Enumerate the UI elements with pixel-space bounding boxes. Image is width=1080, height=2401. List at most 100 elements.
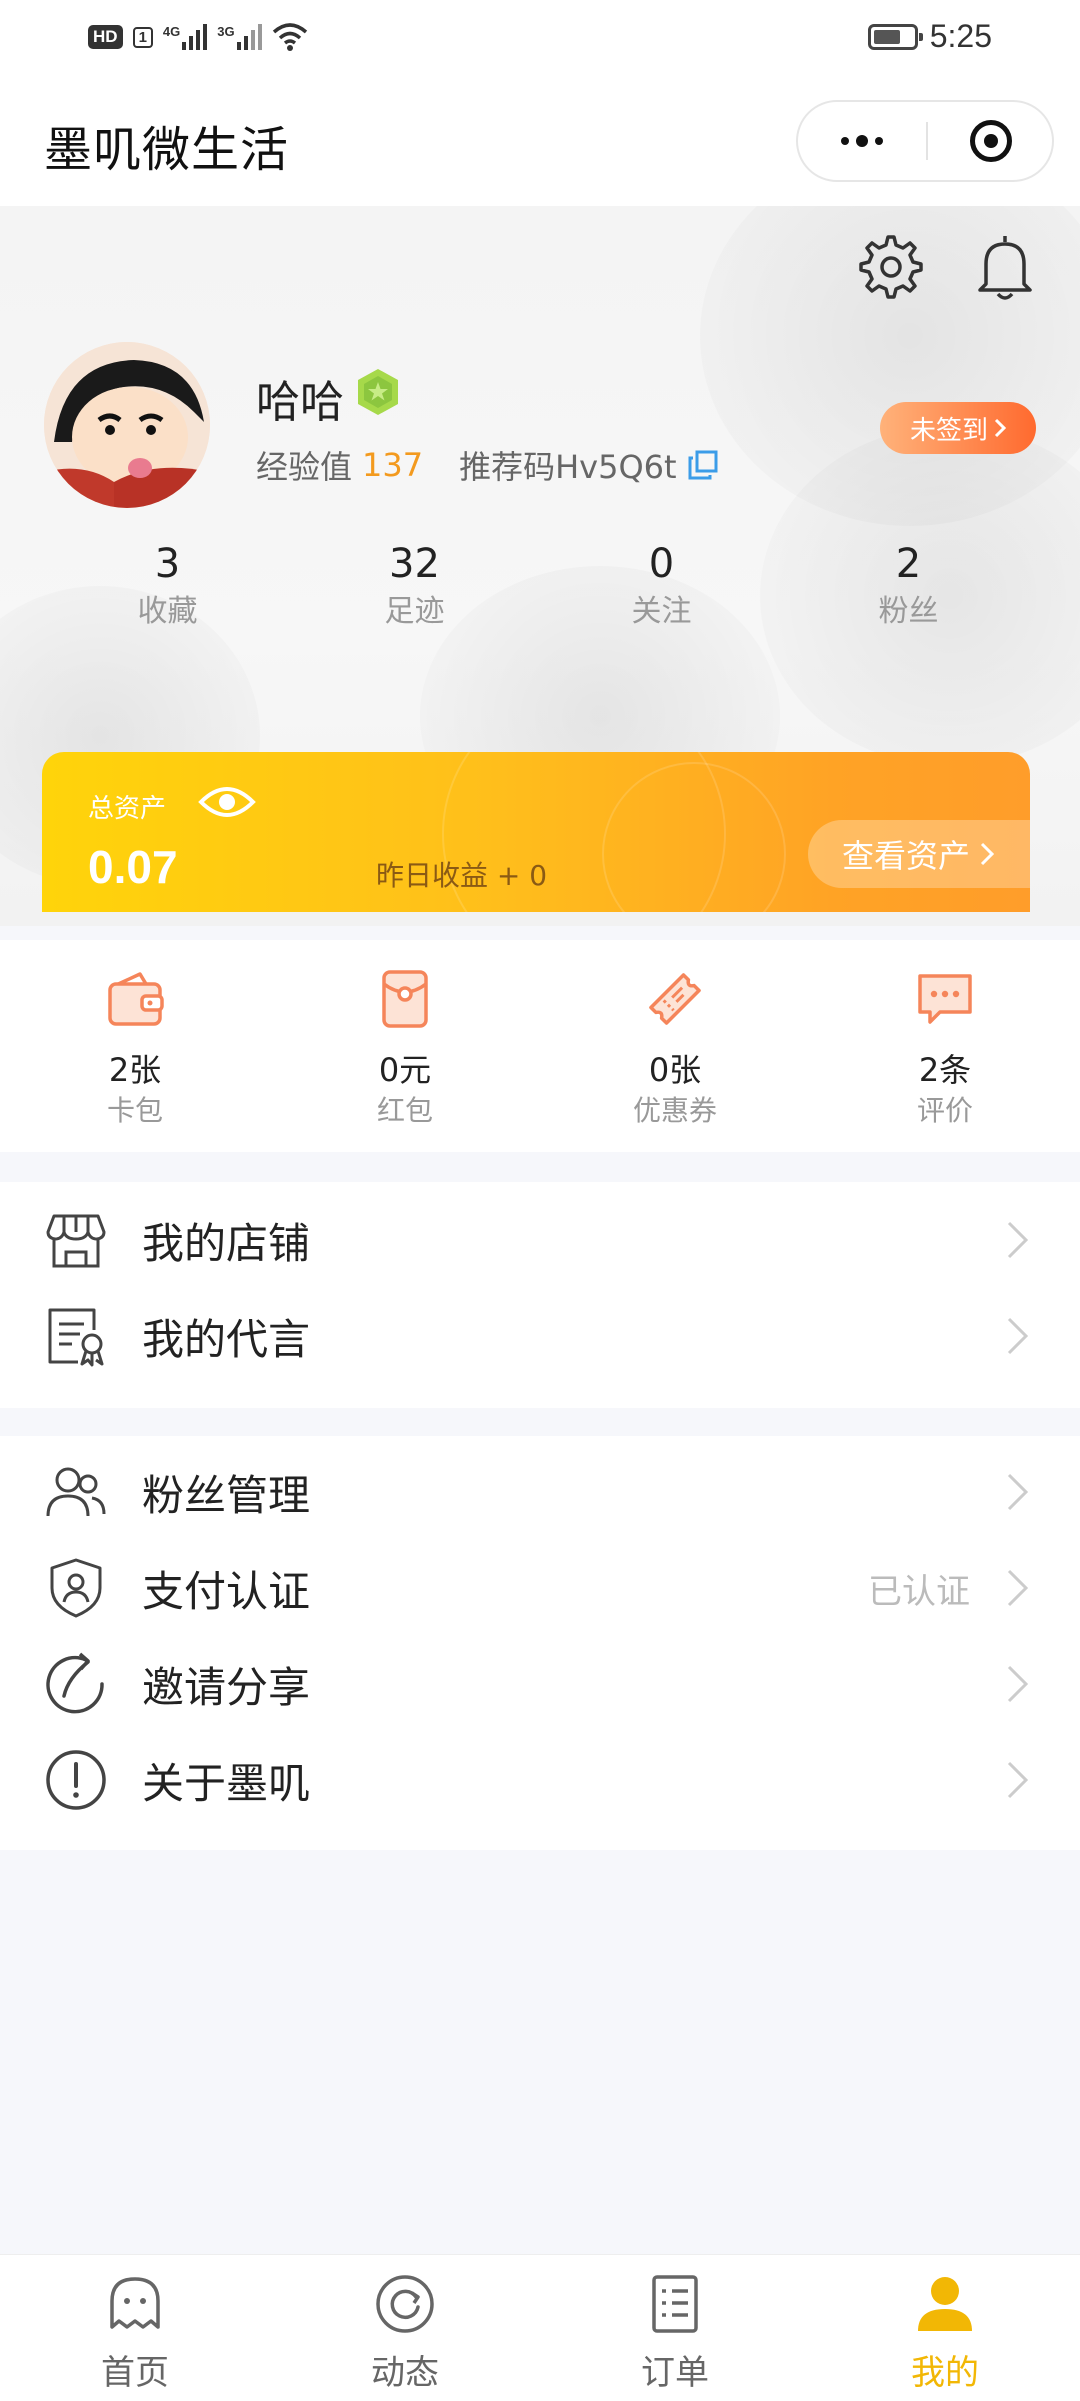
chevron-right-icon <box>1007 1473 1029 1511</box>
menu-label: 支付认证 <box>142 1566 311 1616</box>
user-icon <box>918 2277 972 2331</box>
wallet-item-coupons[interactable]: 0张 优惠券 <box>540 940 810 1152</box>
stat-following[interactable]: 0 关注 <box>538 536 785 632</box>
stat-label: 收藏 <box>137 594 198 629</box>
profile-header: 哈哈 经验值 137 推荐码Hv5Q6t 未签到 3 收藏 32 足迹 0 关注 <box>0 206 1080 926</box>
stat-label: 粉丝 <box>878 594 939 629</box>
wallet-item-reviews[interactable]: 2条 评价 <box>810 940 1080 1152</box>
users-icon <box>46 1467 106 1517</box>
battery-icon <box>867 23 923 50</box>
stat-fans[interactable]: 2 粉丝 <box>785 536 1032 632</box>
view-assets-button[interactable]: 查看资产 <box>808 820 1030 888</box>
clock: 5:25 <box>929 18 992 54</box>
yesterday-earnings: 昨日收益 + 0 <box>376 859 548 892</box>
menu-item-my-endorsement[interactable]: 我的代言 <box>0 1288 1080 1384</box>
signal-4g: 4G <box>162 24 208 50</box>
tab-feed[interactable]: 动态 <box>270 2255 540 2401</box>
tab-home[interactable]: 首页 <box>0 2255 270 2401</box>
stat-value: 32 <box>389 541 440 587</box>
avatar-image <box>44 342 210 508</box>
tab-mine[interactable]: 我的 <box>810 2255 1080 2401</box>
signal-3g: 3G <box>217 24 262 50</box>
signal-bars-icon <box>182 24 208 50</box>
exp-value: 137 <box>362 446 424 484</box>
settings-gear-icon[interactable] <box>856 232 926 302</box>
tab-label: 我的 <box>911 2353 979 2393</box>
status-bar: HD 1 4G 3G 5:25 <box>0 0 1080 80</box>
hd-badge: HD <box>88 25 123 49</box>
wallet-value: 0张 <box>648 1051 702 1089</box>
referral-code: 推荐码Hv5Q6t <box>459 448 677 486</box>
info-icon <box>46 1750 106 1810</box>
wallet-row: 2张 卡包 0元 红包 0张 优惠券 2条 评价 <box>0 940 1080 1152</box>
notification-bell-icon[interactable] <box>970 230 1040 304</box>
title-bar: 墨叽微生活 <box>0 80 1080 206</box>
menu-item-my-shop[interactable]: 我的店铺 <box>0 1192 1080 1288</box>
menu-label: 邀请分享 <box>142 1662 311 1712</box>
wallet-item-cards[interactable]: 2张 卡包 <box>0 940 270 1152</box>
more-options-button[interactable] <box>798 102 926 180</box>
exp-row: 经验值 137 推荐码Hv5Q6t <box>256 442 719 488</box>
share-icon <box>46 1652 104 1714</box>
tab-label: 首页 <box>101 2353 169 2393</box>
more-dots-icon <box>841 137 849 145</box>
stat-label: 足迹 <box>384 594 445 629</box>
stats-row: 3 收藏 32 足迹 0 关注 2 粉丝 <box>0 536 1080 632</box>
wallet-icon <box>108 972 164 1026</box>
asset-label: 总资产 <box>88 794 167 824</box>
target-icon <box>970 120 1012 162</box>
verified-status: 已认证 <box>868 1571 970 1612</box>
network-type-label: 3G <box>217 24 235 39</box>
nickname: 哈哈 <box>256 377 344 428</box>
network-type-label: 4G <box>162 24 181 39</box>
close-mini-program-button[interactable] <box>928 102 1054 180</box>
tab-label: 动态 <box>371 2353 439 2393</box>
stat-footprints[interactable]: 32 足迹 <box>291 536 538 632</box>
stat-favorites[interactable]: 3 收藏 <box>44 536 291 632</box>
menu-label: 我的代言 <box>142 1314 311 1364</box>
signin-label: 未签到 <box>909 415 988 446</box>
wallet-item-red-packets[interactable]: 0元 红包 <box>270 940 540 1152</box>
eye-icon[interactable] <box>198 782 256 822</box>
stat-value: 0 <box>648 541 675 587</box>
bottom-tab-bar: 首页 动态 订单 我的 <box>0 2254 1080 2401</box>
stat-value: 3 <box>154 541 181 587</box>
avatar[interactable] <box>44 342 210 508</box>
chevron-right-icon <box>1007 1761 1029 1799</box>
wallet-label: 评价 <box>916 1094 973 1127</box>
signin-button[interactable]: 未签到 <box>880 402 1036 454</box>
status-indicators: HD 1 4G 3G <box>88 22 308 52</box>
menu-item-fan-management[interactable]: 粉丝管理 <box>0 1444 1080 1540</box>
wallet-label: 红包 <box>376 1094 433 1127</box>
certificate-icon <box>48 1308 104 1367</box>
chevron-right-icon <box>1007 1221 1029 1259</box>
order-list-icon <box>652 2275 698 2333</box>
stat-value: 2 <box>895 541 922 587</box>
mini-program-capsule <box>796 100 1054 182</box>
menu-label: 我的店铺 <box>142 1218 311 1268</box>
wifi-icon <box>272 23 307 51</box>
exp-label: 经验值 <box>256 448 353 486</box>
coupon-icon <box>649 973 701 1025</box>
view-assets-label: 查看资产 <box>842 837 971 875</box>
stat-label: 关注 <box>631 594 692 629</box>
chevron-right-icon <box>1007 1665 1029 1703</box>
wallet-value: 0元 <box>378 1051 432 1089</box>
menu-group-account: 粉丝管理 支付认证 已认证 邀请分享 关于墨叽 <box>0 1436 1080 1850</box>
menu-group-shop: 我的店铺 我的代言 <box>0 1182 1080 1408</box>
shop-icon <box>46 1214 106 1268</box>
comment-icon <box>918 974 972 1024</box>
tab-orders[interactable]: 订单 <box>540 2255 810 2401</box>
menu-item-payment-verification[interactable]: 支付认证 已认证 <box>0 1540 1080 1636</box>
signal-bars-icon <box>236 24 262 50</box>
chevron-right-icon <box>994 418 1006 438</box>
asset-card: 总资产 0.07 昨日收益 + 0 查看资产 <box>42 752 1030 912</box>
status-right: 5:25 <box>867 18 992 55</box>
asset-value: 0.07 <box>88 841 178 893</box>
wallet-value: 2张 <box>108 1051 162 1089</box>
copy-icon[interactable] <box>687 449 719 481</box>
wallet-label: 优惠券 <box>632 1094 717 1127</box>
menu-item-invite-share[interactable]: 邀请分享 <box>0 1636 1080 1732</box>
tab-label: 订单 <box>641 2353 709 2393</box>
menu-item-about[interactable]: 关于墨叽 <box>0 1732 1080 1828</box>
